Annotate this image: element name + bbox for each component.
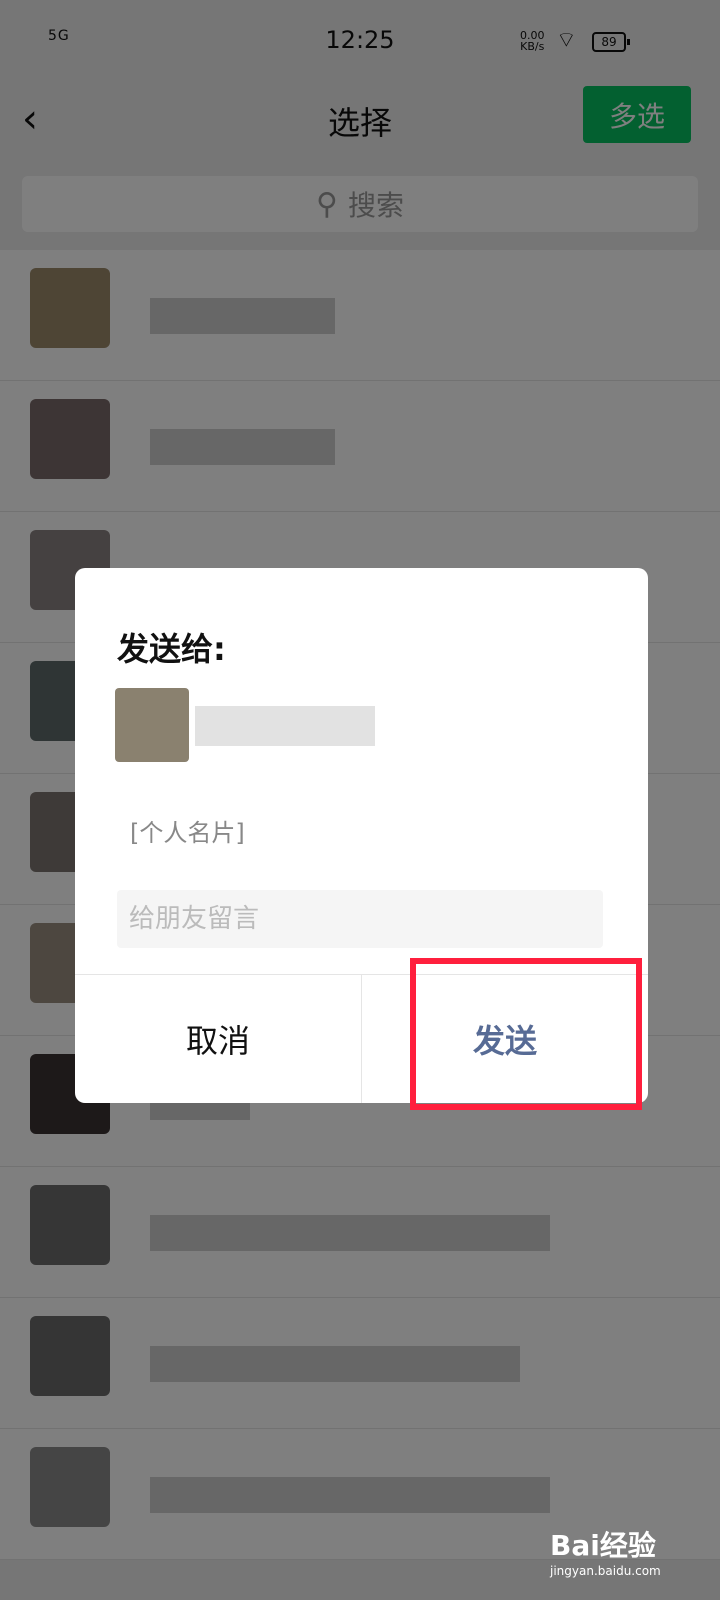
recipient-name-blurred — [195, 706, 375, 746]
watermark-url: jingyan.baidu.com — [550, 1564, 661, 1578]
dialog-title: 发送给: — [117, 630, 226, 668]
card-label: [个人名片] — [130, 819, 245, 847]
cancel-button[interactable]: 取消 — [75, 975, 362, 1103]
recipient-avatar — [115, 688, 189, 762]
message-input[interactable] — [117, 890, 603, 948]
send-highlight-box — [410, 958, 642, 1110]
watermark-brand: Bai经验 — [550, 1529, 656, 1562]
watermark: Bai经验 jingyan.baidu.com — [550, 1524, 661, 1578]
